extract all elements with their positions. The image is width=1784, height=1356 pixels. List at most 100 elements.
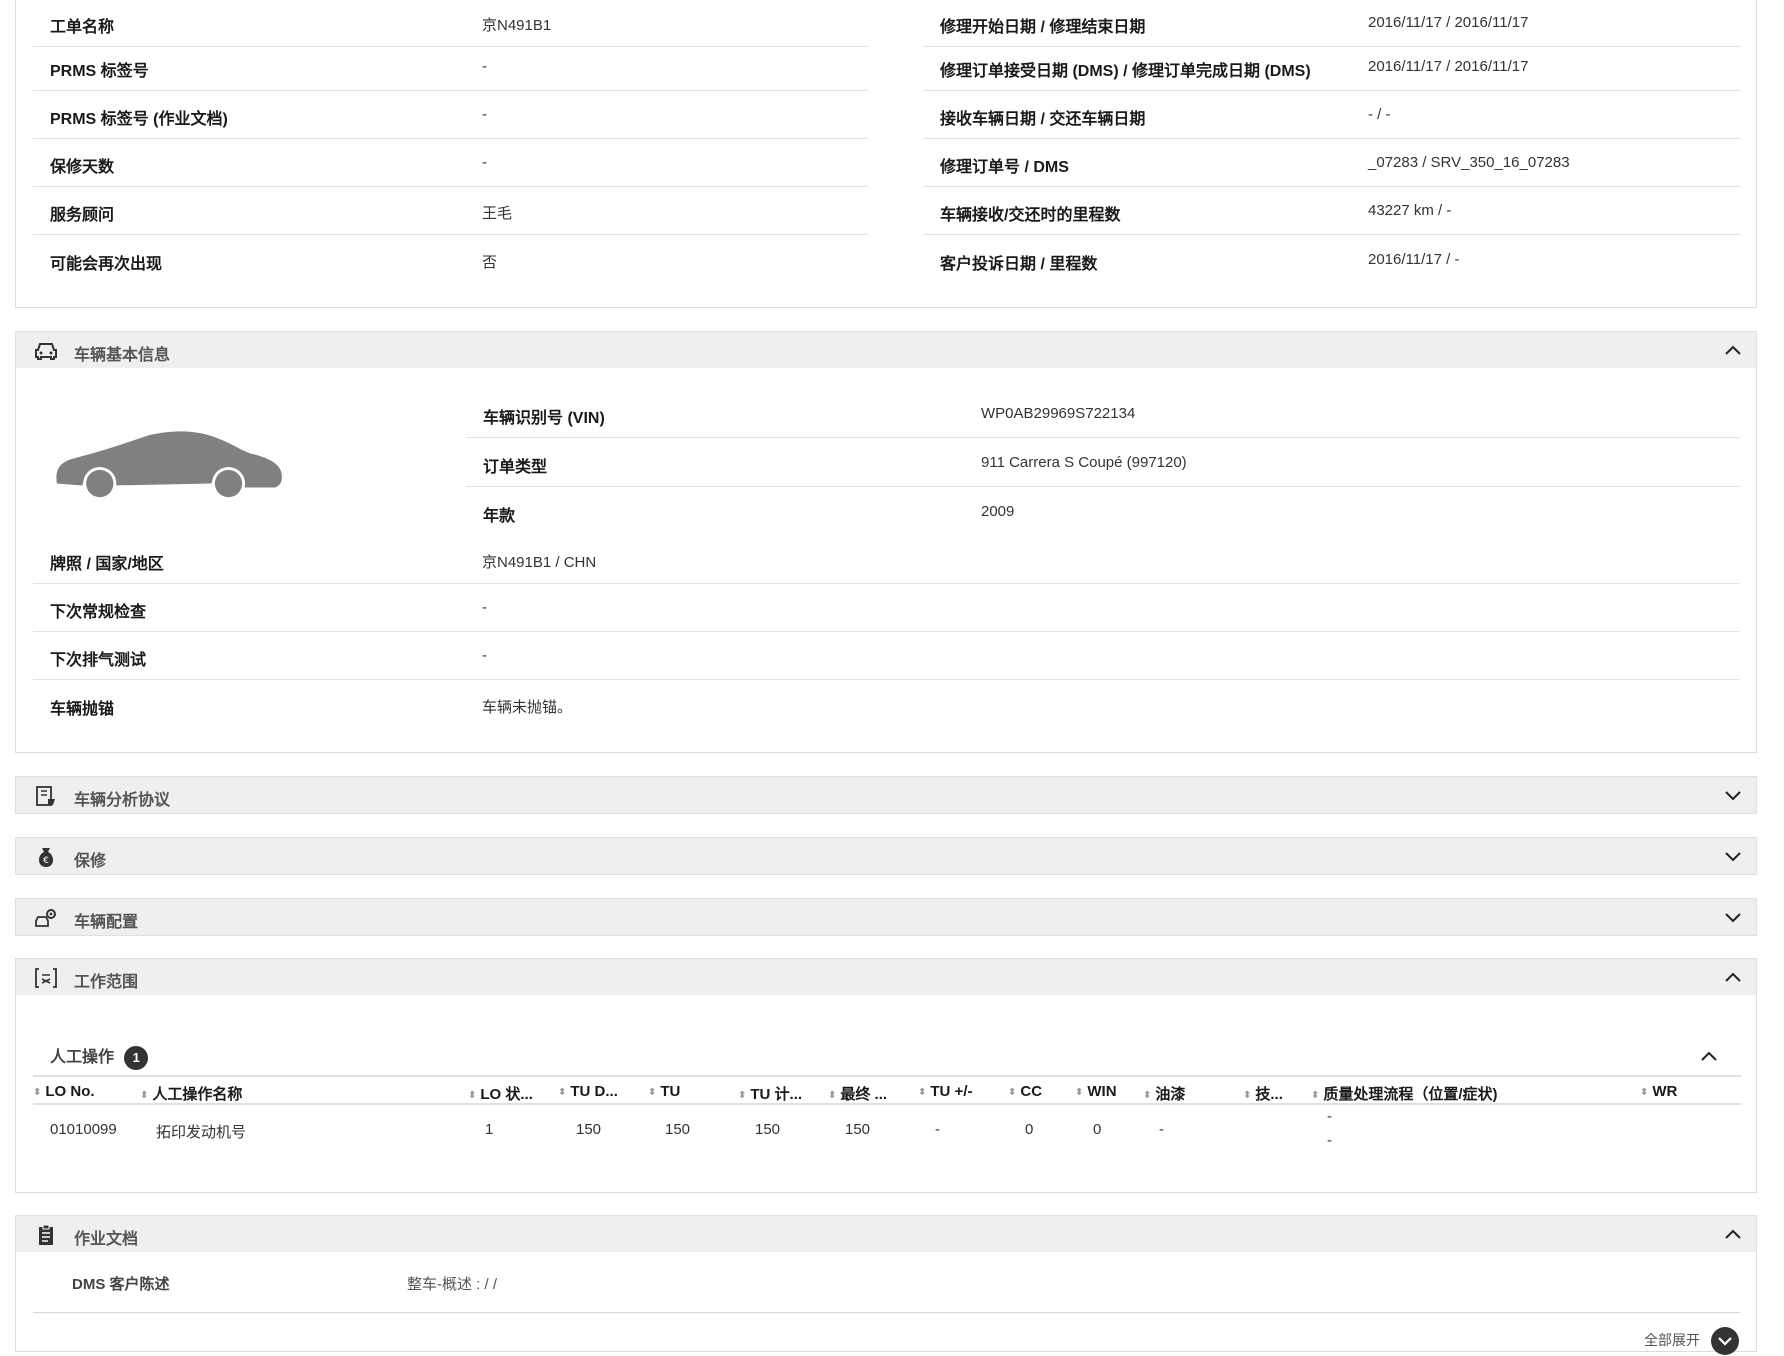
sort-icon[interactable]: ⬍ (1243, 1090, 1251, 1101)
doc-value: 整车-概述 : / / (407, 1276, 498, 1293)
column-header-tu[interactable]: ⬍ TU (648, 1083, 680, 1100)
column-header-tech[interactable]: ⬍ 技... (1243, 1083, 1283, 1104)
info-label: 服务顾问 (50, 207, 115, 224)
column-header-tu-d[interactable]: ⬍ TU D... (558, 1083, 618, 1100)
sort-icon[interactable]: ⬍ (468, 1090, 476, 1101)
labor-count-badge: 1 (124, 1046, 149, 1070)
info-value: _07283 / SRV_350_16_07283 (1368, 154, 1570, 171)
info-row-receive-return: 接收车辆日期 / 交还车辆日期 - / - (923, 91, 1741, 139)
cell-cc: 0 (1025, 1121, 1034, 1138)
panel-title: 作业文档 (74, 1231, 139, 1248)
info-label: 可能会再次出现 (50, 256, 163, 273)
info-label: 车辆识别号 (VIN) (483, 410, 605, 427)
labor-title: 人工操作 (50, 1049, 115, 1066)
chevron-up-icon[interactable] (1700, 1049, 1718, 1063)
sort-icon[interactable]: ⬍ (33, 1087, 41, 1098)
info-label: 保修天数 (50, 159, 115, 176)
vehicle-row-next-inspection: 下次常规检查 - (33, 584, 1740, 632)
work-scope-icon (35, 968, 57, 988)
sort-icon[interactable]: ⬍ (558, 1087, 566, 1098)
vehicle-info-header[interactable]: 车辆基本信息 (15, 331, 1757, 369)
info-value: 2016/11/17 / - (1368, 251, 1460, 268)
cell-final: 150 (845, 1121, 871, 1138)
sort-icon[interactable]: ⬍ (1640, 1087, 1648, 1098)
car-settings-icon (35, 909, 56, 927)
analysis-document-icon (36, 786, 55, 806)
column-header-lo-no[interactable]: ⬍ LO No. (33, 1083, 95, 1100)
labor-section-title[interactable]: 人工操作 1 (50, 1043, 149, 1070)
info-label: 接收车辆日期 / 交还车辆日期 (940, 111, 1146, 128)
panel-title: 车辆基本信息 (74, 347, 171, 364)
column-header-wr[interactable]: ⬍ WR (1640, 1083, 1677, 1100)
expand-all-link[interactable]: 全部展开 (1644, 1330, 1700, 1350)
info-label: 客户投诉日期 / 里程数 (940, 256, 1098, 273)
info-value: WP0AB29969S722134 (981, 405, 1136, 422)
info-value: - (482, 154, 487, 171)
chevron-up-icon[interactable] (1724, 970, 1742, 984)
info-row-prms: PRMS 标签号 - (33, 43, 868, 91)
chevron-up-icon[interactable] (1724, 343, 1742, 357)
labor-table-header: ⬍ LO No. ⬍ 人工操作名称 ⬍ LO 状... ⬍ TU D... ⬍ TU ⬍ T… (33, 1075, 1741, 1105)
column-header-cc[interactable]: ⬍ CC (1008, 1083, 1042, 1100)
cell-name: 拓印发动机号 (156, 1124, 247, 1141)
vehicle-row-next-emission: 下次排气测试 - (33, 632, 1740, 680)
sort-icon[interactable]: ⬍ (1008, 1087, 1016, 1098)
work-scope-header[interactable]: 工作范围 (15, 958, 1757, 996)
info-label: 车辆接收/交还时的里程数 (940, 207, 1121, 224)
column-header-win[interactable]: ⬍ WIN (1075, 1083, 1117, 1100)
column-header-final[interactable]: ⬍ 最终 ... (828, 1083, 887, 1104)
sort-icon[interactable]: ⬍ (738, 1090, 746, 1101)
column-header-name[interactable]: ⬍ 人工操作名称 (140, 1083, 242, 1104)
sort-icon[interactable]: ⬍ (828, 1090, 836, 1101)
repair-info-card: 工单名称 京N491B1 PRMS 标签号 - PRMS 标签号 (作业文档) … (15, 0, 1757, 308)
sort-icon[interactable]: ⬍ (1311, 1090, 1319, 1101)
sort-icon[interactable]: ⬍ (1075, 1087, 1083, 1098)
sort-icon[interactable]: ⬍ (140, 1090, 148, 1101)
info-label: 工单名称 (50, 19, 115, 36)
vehicle-row-plate: 牌照 / 国家/地区 京N491B1 / CHN (33, 536, 1740, 584)
column-header-paint[interactable]: ⬍ 油漆 (1143, 1083, 1185, 1104)
chevron-down-icon[interactable] (1724, 849, 1742, 863)
info-value: - (482, 647, 487, 664)
column-header-quality-process[interactable]: ⬍ 质量处理流程（位置/症状) (1311, 1083, 1498, 1104)
info-row-recurrence: 可能会再次出现 否 (33, 236, 868, 284)
info-label: 牌照 / 国家/地区 (50, 556, 164, 573)
panel-title: 保修 (74, 853, 107, 870)
panel-title: 车辆配置 (74, 914, 139, 931)
chevron-up-icon[interactable] (1724, 1227, 1742, 1241)
analysis-protocol-header[interactable]: 车辆分析协议 (15, 776, 1757, 814)
info-value: 2009 (981, 503, 1015, 520)
sort-icon[interactable]: ⬍ (918, 1087, 926, 1098)
column-header-tu-pm[interactable]: ⬍ TU +/- (918, 1083, 972, 1100)
cell-paint: - (1159, 1121, 1164, 1138)
chevron-down-icon[interactable] (1724, 788, 1742, 802)
info-row-repair-dates: 修理开始日期 / 修理结束日期 2016/11/17 / 2016/11/17 (923, 0, 1741, 47)
info-value: 43227 km / - (1368, 202, 1452, 219)
info-value: - / - (1368, 106, 1391, 123)
cell-tu-calc: 150 (755, 1121, 781, 1138)
table-row[interactable]: 01010099 拓印发动机号 1 150 150 150 150 - 0 0 … (33, 1107, 1741, 1151)
cell-quality-location: - (1327, 1108, 1332, 1125)
info-value: - (482, 599, 487, 616)
panel-title: 工作范围 (74, 974, 139, 991)
money-bag-icon: € (38, 848, 54, 867)
info-value: 车辆未抛锚。 (482, 699, 573, 716)
sort-icon[interactable]: ⬍ (648, 1087, 656, 1098)
info-label: PRMS 标签号 (50, 63, 149, 80)
chevron-down-icon[interactable] (1724, 910, 1742, 924)
cell-tu-pm: - (935, 1121, 940, 1138)
info-label: 下次排气测试 (50, 652, 147, 669)
cell-tu-d: 150 (576, 1121, 602, 1138)
vehicle-row-breakdown: 车辆抛锚 车辆未抛锚。 (33, 681, 1740, 729)
column-header-tu-calc[interactable]: ⬍ TU 计... (738, 1083, 802, 1104)
column-header-lo-status[interactable]: ⬍ LO 状... (468, 1083, 533, 1104)
work-docs-header[interactable]: 作业文档 (15, 1215, 1757, 1253)
warranty-header[interactable]: € 保修 (15, 837, 1757, 875)
car-icon (35, 343, 57, 360)
info-row-order-number: 修理订单号 / DMS _07283 / SRV_350_16_07283 (923, 139, 1741, 187)
vehicle-config-header[interactable]: 车辆配置 (15, 898, 1757, 936)
info-label: 订单类型 (483, 459, 548, 476)
chevron-down-circle-icon[interactable] (1710, 1326, 1740, 1356)
sort-icon[interactable]: ⬍ (1143, 1090, 1151, 1101)
info-row-warranty-days: 保修天数 - (33, 139, 868, 187)
